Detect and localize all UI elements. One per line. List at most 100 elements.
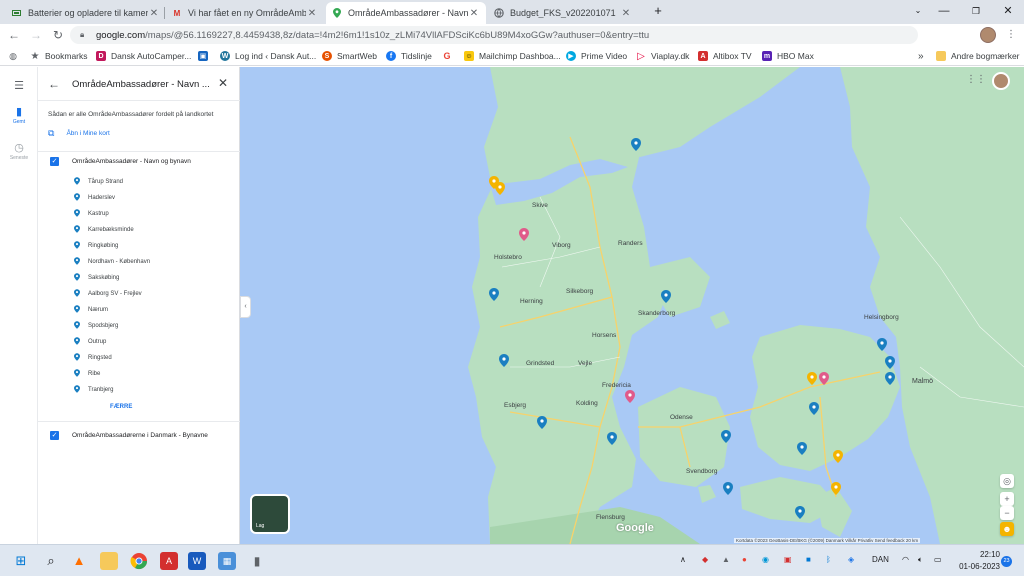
place-item[interactable]: Nordhavn - København bbox=[74, 257, 150, 267]
place-item[interactable]: Tårup Strand bbox=[74, 177, 123, 187]
layer-ambassadors[interactable]: ✓ OmrådeAmbassadører - Navn og bynavn bbox=[50, 157, 191, 166]
map-graphic[interactable]: Randers Horsens Vejle Fredericia Kolding… bbox=[240, 67, 1024, 544]
map-canvas[interactable]: Randers Horsens Vejle Fredericia Kolding… bbox=[240, 67, 1024, 544]
close-tab-icon[interactable]: ✕ bbox=[620, 8, 632, 19]
acrobat-icon[interactable]: A bbox=[160, 552, 178, 570]
bookmark-hbo[interactable]: m HBO Max bbox=[762, 49, 814, 63]
tray-app-icon[interactable]: ◆ bbox=[702, 555, 708, 564]
minimize-icon[interactable]: — bbox=[934, 3, 954, 19]
tray-app-icon[interactable]: ▲ bbox=[722, 555, 730, 564]
tab-batterier[interactable]: Batterier og opladere til kamerac ✕ bbox=[6, 2, 166, 24]
calculator-icon[interactable]: ▦ bbox=[218, 552, 236, 570]
close-icon[interactable]: ✕ bbox=[218, 76, 228, 90]
battery-icon[interactable]: ▭ bbox=[934, 555, 942, 564]
back-icon[interactable]: ← bbox=[6, 27, 22, 43]
bookmark-wordpress[interactable]: W Log ind ‹ Dansk Aut... bbox=[220, 49, 316, 63]
restore-icon[interactable]: ❐ bbox=[966, 3, 986, 19]
tab-maps[interactable]: OmrådeAmbassadører - Navn og ✕ bbox=[326, 2, 486, 24]
bookmark-google[interactable]: G bbox=[442, 49, 457, 63]
notification-badge[interactable]: 23 bbox=[1001, 556, 1012, 567]
tray-overflow-icon[interactable]: ∧ bbox=[680, 555, 686, 564]
new-tab-button[interactable]: + bbox=[648, 3, 668, 19]
place-item[interactable]: Haderslev bbox=[74, 193, 115, 203]
search-icon[interactable]: ⌕ bbox=[42, 552, 60, 570]
rail-recent[interactable]: ◷ Seneste bbox=[0, 141, 38, 161]
divider bbox=[38, 151, 240, 152]
usb-device-icon[interactable]: ▮ bbox=[248, 552, 266, 570]
bookmark-viaplay[interactable]: ▷ Viaplay.dk bbox=[636, 49, 689, 63]
place-item[interactable]: Ribe bbox=[74, 369, 100, 379]
other-bookmarks[interactable]: Andre bogmærker bbox=[936, 49, 1020, 63]
bookmark-mailchimp[interactable]: ☺ Mailchimp Dashboa... bbox=[464, 49, 561, 63]
place-item[interactable]: Aalborg SV - Frejlev bbox=[74, 289, 142, 299]
chrome-icon[interactable] bbox=[130, 552, 148, 570]
tab-search-icon[interactable]: ⌄ bbox=[908, 3, 928, 19]
collapse-panel-button[interactable]: ‹ bbox=[240, 296, 251, 318]
wifi-icon[interactable]: ◠ bbox=[902, 555, 909, 564]
layers-button[interactable]: Lag bbox=[250, 494, 290, 534]
language-indicator[interactable]: DAN bbox=[872, 555, 889, 564]
bookmark-altibox[interactable]: A Altibox TV bbox=[698, 49, 752, 63]
place-item[interactable]: Outrup bbox=[74, 337, 106, 347]
tab-strip: Batterier og opladere til kamerac ✕ M Vi… bbox=[0, 0, 1024, 24]
bluetooth-icon[interactable]: ᛒ bbox=[826, 555, 831, 564]
tray-chrome-icon[interactable]: ● bbox=[742, 555, 747, 564]
account-avatar[interactable] bbox=[992, 72, 1010, 90]
window-close-icon[interactable]: ✕ bbox=[998, 3, 1018, 19]
tray-app-icon[interactable]: ◈ bbox=[848, 555, 854, 564]
menu-hamburger-icon[interactable]: ☰ bbox=[0, 79, 38, 92]
zoom-in-button[interactable]: + bbox=[1000, 492, 1014, 506]
checkbox-checked[interactable]: ✓ bbox=[50, 431, 59, 440]
zoom-out-button[interactable]: − bbox=[1000, 506, 1014, 520]
windows-start-icon[interactable]: ⊞ bbox=[12, 552, 30, 570]
forward-icon[interactable]: → bbox=[28, 27, 44, 43]
map-pin[interactable] bbox=[723, 482, 733, 495]
close-tab-icon[interactable]: ✕ bbox=[306, 8, 318, 19]
bookmark-bookmarks[interactable]: ★ Bookmarks bbox=[30, 49, 88, 63]
bookmark-web[interactable]: ◍ bbox=[8, 49, 23, 63]
tray-teams-icon[interactable]: ■ bbox=[806, 555, 811, 564]
reload-icon[interactable]: ↻ bbox=[50, 27, 66, 43]
tab-gmail[interactable]: M Vi har fået en ny OmrådeAmbassa ✕ bbox=[166, 2, 324, 24]
bookmark-smartweb[interactable]: S SmartWeb bbox=[322, 49, 377, 63]
layer-bynavne[interactable]: ✓ OmrådeAmbassadørerne i Danmark - Bynav… bbox=[50, 431, 208, 440]
map-attribution[interactable]: Kortdata ©2023 GeoBasis-DE/BKG (©2009) D… bbox=[734, 538, 921, 543]
profile-avatar[interactable] bbox=[980, 27, 996, 43]
open-in-my-maps-link[interactable]: ⧉ Åbn i Mine kort bbox=[48, 128, 110, 139]
tray-app-icon[interactable]: ▣ bbox=[784, 555, 792, 564]
word-icon[interactable]: W bbox=[188, 552, 206, 570]
my-location-icon[interactable]: ◎ bbox=[1000, 474, 1014, 488]
place-item[interactable]: Tranbjerg bbox=[74, 385, 113, 395]
rail-saved[interactable]: ▮ Gemt bbox=[0, 105, 38, 125]
tab-budget[interactable]: Budget_FKS_v202201071 ✕ bbox=[488, 2, 638, 24]
address-bar[interactable]: 🔒︎ google.com/maps/@56.1169227,8.4459438… bbox=[70, 26, 918, 44]
tray-hp-icon[interactable]: ◉ bbox=[762, 555, 769, 564]
street-view-icon[interactable]: ☻ bbox=[1000, 522, 1014, 536]
place-item[interactable]: Spodsbjerg bbox=[74, 321, 118, 331]
checkbox-checked[interactable]: ✓ bbox=[50, 157, 59, 166]
fewer-button[interactable]: FÆRRE bbox=[110, 404, 132, 410]
bookmarks-overflow-icon[interactable]: » bbox=[918, 49, 924, 63]
file-explorer-icon[interactable] bbox=[100, 552, 118, 570]
system-clock[interactable]: 22:10 01-06-2023 bbox=[950, 549, 1000, 573]
lock-icon[interactable]: 🔒︎ bbox=[80, 30, 90, 40]
map-pin-yellow[interactable] bbox=[833, 450, 843, 463]
place-item[interactable]: Ringsted bbox=[74, 353, 112, 363]
bookmark-tidslinje[interactable]: f Tidslinje bbox=[386, 49, 432, 63]
place-item[interactable]: Sakskøbing bbox=[74, 273, 119, 283]
place-item[interactable]: Kastrup bbox=[74, 209, 109, 219]
apps-grid-icon[interactable]: ⋮⋮ bbox=[966, 74, 986, 86]
bookmark-autocamper[interactable]: D Dansk AutoCamper... bbox=[96, 49, 191, 63]
map-pin-pink[interactable] bbox=[625, 390, 635, 403]
volume-icon[interactable]: 🔈︎ bbox=[918, 555, 923, 565]
place-item[interactable]: Karrebæksminde bbox=[74, 225, 134, 235]
close-tab-icon[interactable]: ✕ bbox=[148, 8, 160, 19]
bookmark-prime[interactable]: ▶ Prime Video bbox=[566, 49, 627, 63]
menu-icon[interactable]: ⋮ bbox=[1004, 28, 1018, 42]
close-tab-icon[interactable]: ✕ bbox=[468, 8, 480, 19]
bookmark-store[interactable]: ▣ bbox=[198, 49, 213, 63]
vlc-icon[interactable]: ▲ bbox=[70, 552, 88, 570]
place-item[interactable]: Nærum bbox=[74, 305, 108, 315]
place-item[interactable]: Ringkøbing bbox=[74, 241, 118, 251]
back-arrow-icon[interactable]: ← bbox=[48, 77, 60, 91]
